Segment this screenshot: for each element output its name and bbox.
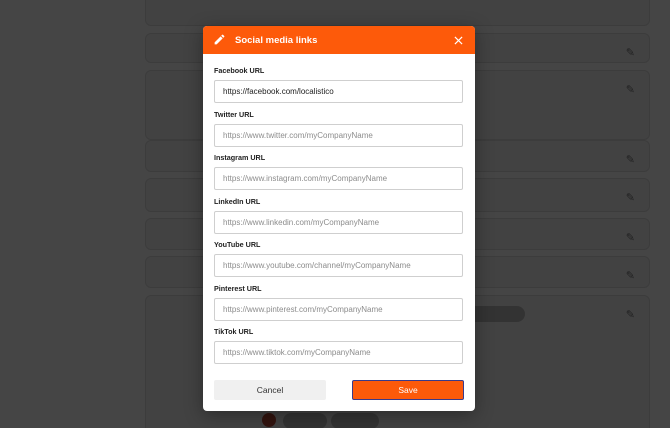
- save-button[interactable]: Save: [352, 380, 464, 400]
- social-media-links-dialog: Social media links Facebook URL Twitter …: [203, 26, 475, 411]
- field-label: YouTube URL: [214, 240, 261, 249]
- dialog-header: Social media links: [203, 26, 475, 54]
- facebook-url-field: Facebook URL: [214, 66, 464, 103]
- pinterest-url-field: Pinterest URL: [214, 283, 464, 321]
- instagram-url-field: Instagram URL: [214, 153, 464, 190]
- field-label: Pinterest URL: [214, 283, 262, 293]
- tiktok-url-input[interactable]: [214, 341, 463, 364]
- youtube-url-field: YouTube URL: [214, 240, 464, 277]
- field-label: LinkedIn URL: [214, 196, 261, 206]
- tiktok-url-field: TikTok URL: [214, 327, 464, 364]
- dialog-footer: Cancel Save: [214, 380, 464, 400]
- dialog-body: Facebook URL Twitter URL Instagram URL L…: [203, 54, 475, 364]
- linkedin-url-field: LinkedIn URL: [214, 196, 464, 234]
- youtube-url-input[interactable]: [214, 254, 463, 277]
- field-label: TikTok URL: [214, 327, 254, 336]
- field-label: Instagram URL: [214, 153, 266, 162]
- field-label: Twitter URL: [214, 109, 254, 119]
- dialog-title: Social media links: [235, 34, 318, 46]
- instagram-url-input[interactable]: [214, 167, 463, 190]
- cancel-button[interactable]: Cancel: [214, 380, 326, 400]
- facebook-url-input[interactable]: [214, 80, 463, 103]
- linkedin-url-input[interactable]: [214, 210, 463, 234]
- pencil-icon: [213, 33, 227, 47]
- twitter-url-input[interactable]: [214, 123, 463, 147]
- field-label: Facebook URL: [214, 66, 265, 75]
- close-icon[interactable]: [451, 33, 465, 47]
- pinterest-url-input[interactable]: [214, 297, 463, 321]
- twitter-url-field: Twitter URL: [214, 109, 464, 147]
